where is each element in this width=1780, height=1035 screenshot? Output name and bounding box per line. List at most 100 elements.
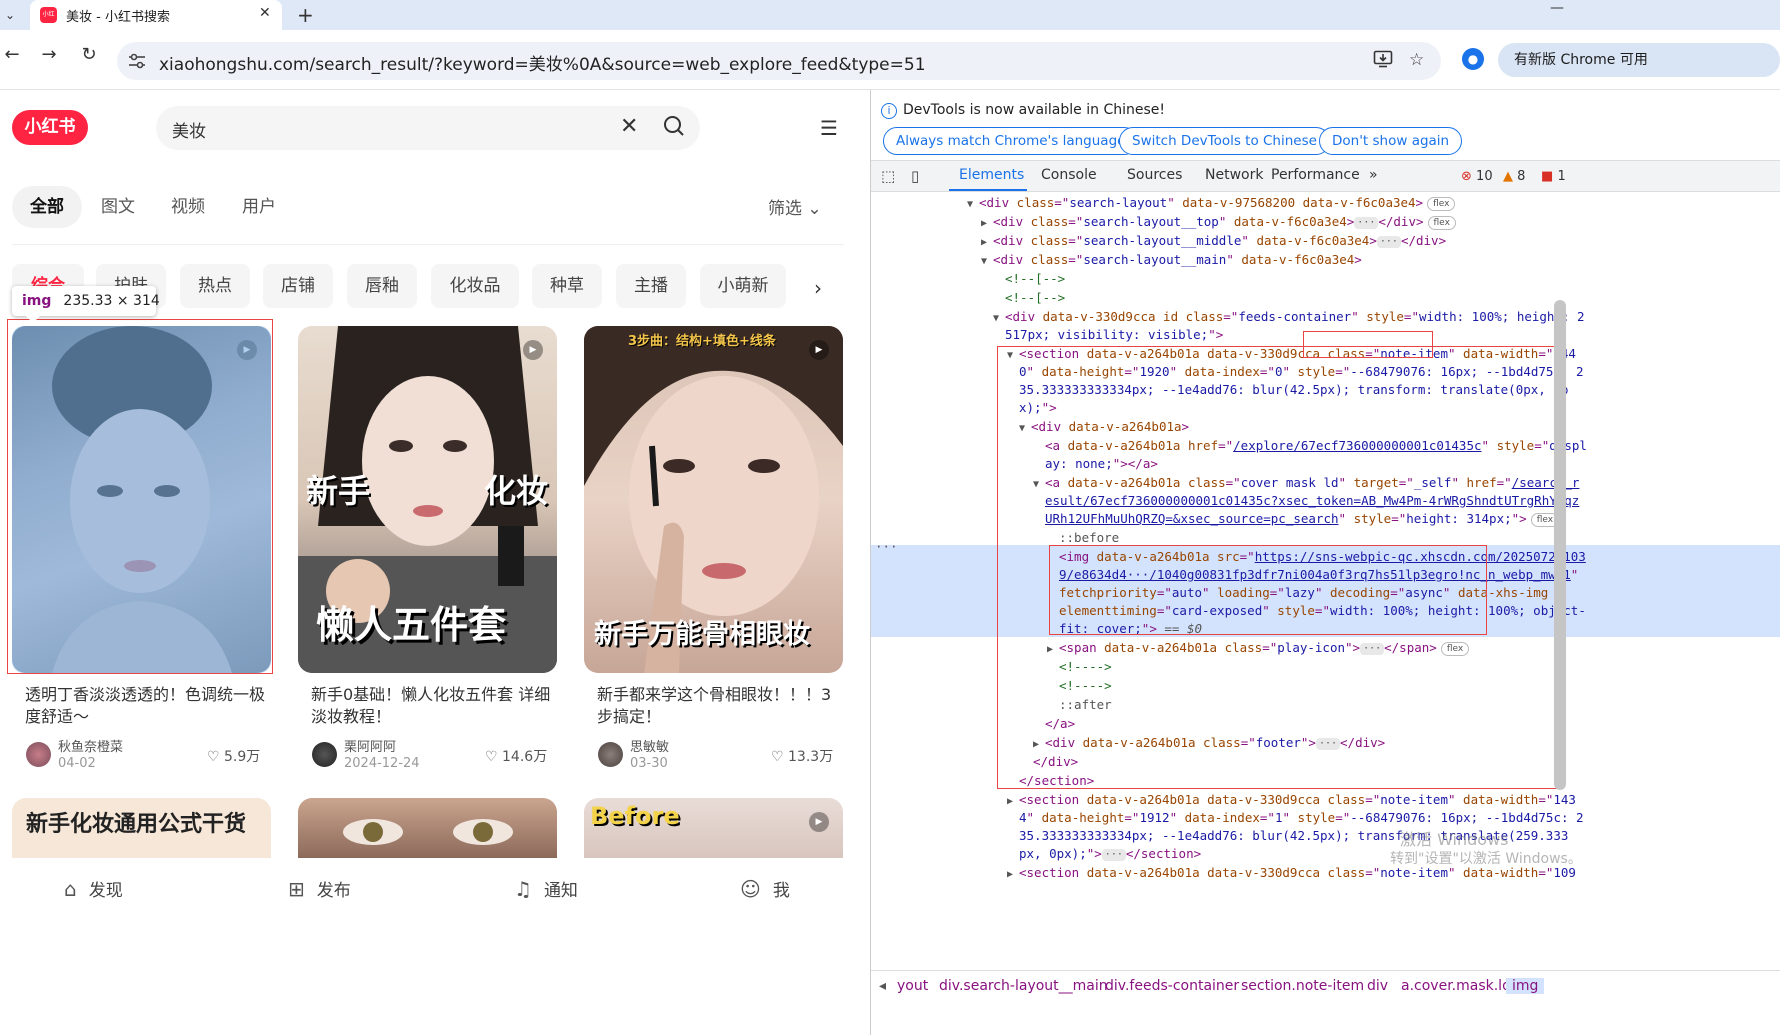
nav-label: 通知 [543, 881, 578, 901]
dom-node[interactable]: ▼ <div class="search-layout" data-v-97568… [967, 194, 1456, 212]
cover-overlay-text: 新手化妆通用公式干货 [26, 812, 247, 837]
tab-strip: ⌄ 小红书 美妆 - 小红书搜索 ✕ + — [0, 0, 1780, 34]
dom-node[interactable]: ▼ <div class="search-layout__main" data-v… [981, 251, 1362, 269]
breadcrumb-item[interactable]: section.note-item [1241, 978, 1364, 994]
note-cover-image[interactable]: Before ▶ [584, 798, 843, 858]
breadcrumb-item[interactable]: div.feeds-container [1105, 978, 1239, 994]
dom-comment[interactable]: <!--[--> [1005, 270, 1065, 288]
xhs-page: 小红书 美妆 ✕ ☰ 全部 图文 视频 用户 筛选 ⌄ 综合 护肤 热点 店铺 … [0, 90, 870, 1035]
chip-seeding[interactable]: 种草 [532, 264, 602, 308]
issue-icon: ■ [1541, 169, 1554, 184]
search-icon[interactable] [662, 114, 686, 138]
install-app-icon[interactable] [1373, 50, 1393, 73]
window-minimize-icon[interactable]: — [1550, 0, 1564, 16]
back-icon[interactable]: ← [0, 44, 24, 65]
nav-notifications[interactable]: ♫ 通知 [514, 876, 578, 901]
windows-activation-watermark: 转到"设置"以激活 Windows。 [1390, 851, 1582, 867]
issue-count[interactable]: ■ 1 [1541, 169, 1566, 184]
tab-video[interactable]: 视频 [165, 186, 211, 228]
error-count[interactable]: ⊗ 10 [1461, 169, 1493, 184]
bell-icon: ♫ [514, 877, 532, 901]
tab-elements[interactable]: Elements [959, 167, 1024, 183]
note-title[interactable]: 新手都来学这个骨相眼妆！！！3步搞定！ [597, 684, 847, 728]
url-text[interactable]: xiaohongshu.com/search_result/?keyword=美… [159, 50, 926, 75]
chrome-update-button[interactable]: 有新版 Chrome 可用 [1498, 43, 1780, 77]
like-button[interactable]: ♡ 14.6万 [485, 746, 547, 766]
tab-network[interactable]: Network [1205, 167, 1263, 183]
address-bar[interactable]: xiaohongshu.com/search_result/?keyword=美… [117, 42, 1441, 80]
like-button[interactable]: ♡ 13.3万 [771, 746, 833, 766]
tab-sources[interactable]: Sources [1127, 167, 1182, 183]
chevron-down-icon: ⌄ [807, 199, 822, 219]
nav-discover[interactable]: ⌂ 发现 [64, 876, 123, 901]
avatar[interactable] [598, 742, 623, 767]
device-toolbar-icon[interactable]: ▯ [911, 167, 919, 185]
tab-image-text[interactable]: 图文 [95, 186, 141, 228]
bookmark-star-icon[interactable]: ☆ [1409, 50, 1424, 70]
new-tab-icon[interactable]: + [297, 3, 314, 27]
reload-icon[interactable]: ↻ [77, 44, 101, 65]
devtools-panel: i DevTools is now available in Chinese! A… [870, 90, 1780, 1035]
breadcrumb-item[interactable]: div.search-layout__main [939, 978, 1108, 994]
dont-show-again-button[interactable]: Don't show again [1319, 127, 1463, 155]
more-tabs-icon[interactable]: » [1369, 167, 1378, 183]
match-language-button[interactable]: Always match Chrome's language [883, 127, 1139, 155]
filter-button[interactable]: 筛选 ⌄ [768, 194, 822, 219]
note-author[interactable]: 栗阿阿阿 [344, 736, 396, 755]
note-title[interactable]: 透明丁香淡淡透透的！色调统一极度舒适～ [25, 684, 275, 728]
hamburger-menu-icon[interactable]: ☰ [820, 116, 838, 140]
tab-performance[interactable]: Performance [1271, 167, 1360, 183]
note-cover-image[interactable]: 新手化妆通用公式干货 [12, 798, 271, 858]
chip-hot[interactable]: 热点 [180, 264, 250, 308]
clear-icon[interactable]: ✕ [620, 114, 638, 139]
note-cover-image[interactable]: 新手 化妆 懒人五件套 ▶ [298, 326, 557, 673]
browser-tab[interactable]: 小红书 美妆 - 小红书搜索 ✕ [30, 0, 282, 34]
chip-store[interactable]: 店铺 [263, 264, 333, 308]
tab-title: 美妆 - 小红书搜索 [66, 10, 170, 25]
breadcrumb-item[interactable]: yout [897, 978, 928, 994]
breadcrumb-scroll-left-icon[interactable]: ◂ [879, 978, 886, 994]
note-author[interactable]: 思敏敏 [630, 736, 669, 755]
banner-text: DevTools is now available in Chinese! [903, 102, 1165, 118]
chip-newbie[interactable]: 小萌新 [700, 264, 786, 308]
nav-me[interactable]: ☺ 我 [740, 876, 790, 901]
dom-tree-scrollbar[interactable] [1554, 300, 1566, 790]
site-info-icon[interactable] [127, 52, 147, 70]
like-button[interactable]: ♡ 5.9万 [207, 746, 260, 766]
note-cover-image[interactable] [298, 798, 557, 858]
warning-count[interactable]: ▲ 8 [1503, 169, 1525, 184]
note-author[interactable]: 秋鱼奈橙菜 [58, 736, 123, 755]
note-title[interactable]: 新手0基础！懒人化妆五件套 详细淡妆教程！ [311, 684, 561, 728]
xhs-logo[interactable]: 小红书 [12, 110, 88, 145]
dom-comment[interactable]: <!--[--> [1005, 289, 1065, 307]
breadcrumb-item[interactable]: div [1367, 978, 1388, 994]
row-ellipsis-icon[interactable]: ··· [875, 538, 898, 556]
tab-search-icon[interactable]: ⌄ [0, 0, 20, 30]
note-cover-image[interactable]: 3步曲：结构+填色+线条 新手万能骨相眼妆 ▶ [584, 326, 843, 673]
breadcrumb-item-active[interactable]: img [1506, 978, 1545, 994]
chip-host[interactable]: 主播 [616, 264, 686, 308]
breadcrumb-item[interactable]: a.cover.mask.ld [1401, 978, 1511, 994]
chevron-right-icon[interactable]: › [814, 276, 822, 300]
forward-icon[interactable]: → [37, 44, 61, 65]
avatar[interactable] [312, 742, 337, 767]
tab-close-icon[interactable]: ✕ [259, 5, 271, 21]
tab-user[interactable]: 用户 [236, 186, 282, 228]
search-input-value[interactable]: 美妆 [172, 117, 206, 142]
chip-cosmetics[interactable]: 化妆品 [431, 264, 519, 308]
switch-chinese-button[interactable]: Switch DevTools to Chinese [1119, 127, 1330, 155]
dom-node[interactable]: ▶ <section data-v-a264b01a data-v-330d9cc… [1007, 791, 1576, 809]
chip-lip-glaze[interactable]: 唇釉 [347, 264, 417, 308]
profile-avatar-icon[interactable]: ● [1462, 48, 1484, 70]
tab-all[interactable]: 全部 [12, 186, 82, 228]
nav-publish[interactable]: ⊞ 发布 [288, 876, 351, 901]
tab-console[interactable]: Console [1041, 167, 1097, 183]
dom-node[interactable]: ▶ <div class="search-layout__top" data-v-… [981, 213, 1456, 231]
inspect-element-icon[interactable]: ⬚ [881, 167, 895, 185]
cover-overlay-text: 新手万能骨相眼妆 [594, 619, 810, 650]
dom-node[interactable]: ▶ <div class="search-layout__middle" data… [981, 232, 1446, 250]
cover-overlay-text: 3步曲：结构+填色+线条 [628, 334, 776, 349]
search-input[interactable]: 美妆 ✕ [156, 106, 700, 150]
avatar[interactable] [26, 742, 51, 767]
dom-node[interactable]: ▼ <div data-v-330d9cca id class="feeds-co… [993, 308, 1585, 326]
